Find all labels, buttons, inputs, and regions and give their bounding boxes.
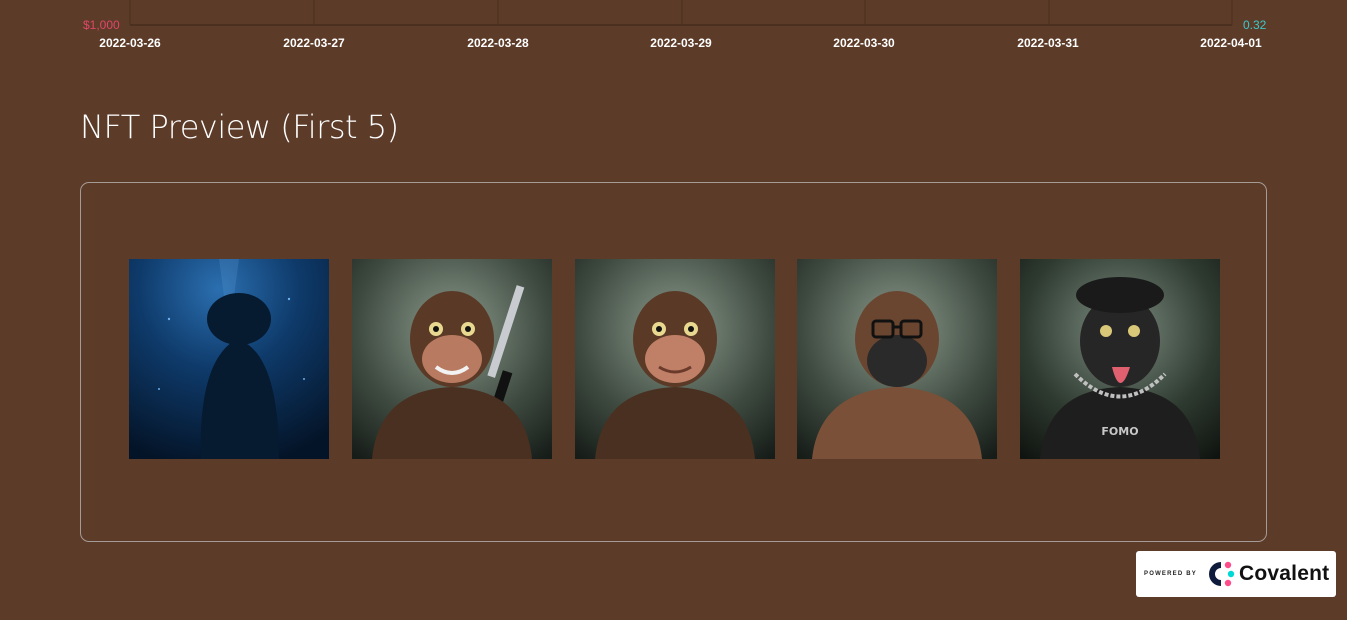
x-tick-label: 2022-03-30 <box>833 36 895 50</box>
chain-pendant-text: FOMO <box>1101 425 1138 438</box>
x-tick-label: 2022-03-29 <box>650 36 712 50</box>
section-title: NFT Preview (First 5) <box>80 108 399 146</box>
x-tick-label: 2022-04-01 <box>1200 36 1262 50</box>
nft-thumbnail[interactable] <box>797 259 997 459</box>
ape-with-katana-image <box>352 259 552 459</box>
x-tick-label: 2022-03-26 <box>99 36 161 50</box>
diver-silhouette-image <box>129 259 329 459</box>
x-axis-ticks: 2022-03-26 2022-03-27 2022-03-28 2022-03… <box>0 36 1347 52</box>
nft-thumbnail[interactable] <box>129 259 329 459</box>
powered-by-covalent-badge[interactable]: POWERED BY Covalent <box>1136 551 1336 597</box>
chart-grid <box>129 0 1233 26</box>
nft-thumbnail[interactable] <box>352 259 552 459</box>
nft-preview-panel: FOMO <box>80 182 1267 542</box>
left-axis-label: $1,000 <box>83 18 120 32</box>
page: $1,000 0.32 2022-03-26 2022-03-27 2022-0… <box>0 0 1347 620</box>
x-tick-label: 2022-03-31 <box>1017 36 1079 50</box>
right-axis-label: 0.32 <box>1243 18 1267 32</box>
ape-with-glasses-image <box>797 259 997 459</box>
x-tick-label: 2022-03-28 <box>467 36 529 50</box>
x-tick-label: 2022-03-27 <box>283 36 345 50</box>
covalent-wordmark: Covalent <box>1239 562 1330 585</box>
powered-by-text: POWERED BY <box>1144 571 1198 577</box>
nft-thumbnail[interactable]: FOMO <box>1020 259 1220 459</box>
ape-smiling-image <box>575 259 775 459</box>
nft-thumbnail[interactable] <box>575 259 775 459</box>
price-chart: $1,000 0.32 2022-03-26 2022-03-27 2022-0… <box>0 0 1347 60</box>
covalent-logo-icon <box>1209 561 1235 587</box>
ape-with-beret-chain-image: FOMO <box>1020 259 1220 459</box>
